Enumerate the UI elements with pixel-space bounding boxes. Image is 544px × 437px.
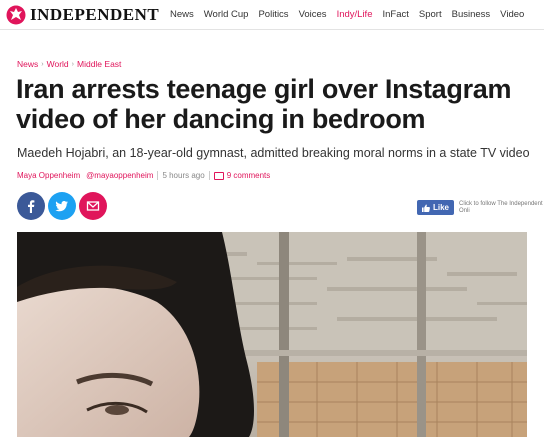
- email-icon: [86, 201, 100, 211]
- nav-item-news[interactable]: News: [170, 9, 194, 20]
- nav-item-indy-life[interactable]: Indy/Life: [337, 9, 373, 20]
- comments-link[interactable]: 9 comments: [213, 171, 271, 180]
- nav-item-sport[interactable]: Sport: [419, 9, 442, 20]
- breadcrumb-middle-east[interactable]: Middle East: [77, 59, 121, 69]
- eagle-logo-icon: [6, 5, 26, 25]
- article-headline: Iran arrests teenage girl over Instagram…: [16, 74, 512, 134]
- top-bar: INDEPENDENT News World Cup Politics Voic…: [0, 0, 544, 30]
- nav-item-video[interactable]: Video: [500, 9, 524, 20]
- facebook-like-widget: Like Click to follow The Independent Onl…: [417, 200, 544, 215]
- nav-item-politics[interactable]: Politics: [258, 9, 288, 20]
- share-buttons: [17, 192, 107, 220]
- share-email-button[interactable]: [79, 192, 107, 220]
- author-handle[interactable]: @mayaoppenheim: [86, 171, 153, 180]
- site-logo[interactable]: INDEPENDENT: [6, 5, 159, 25]
- chevron-right-icon: ›: [71, 60, 74, 68]
- share-twitter-button[interactable]: [48, 192, 76, 220]
- facebook-icon: [28, 200, 35, 213]
- publish-time: 5 hours ago: [162, 171, 205, 180]
- like-follow-text: Click to follow The Independent Onli: [459, 200, 543, 214]
- article-standfirst: Maedeh Hojabri, an 18-year-old gymnast, …: [17, 146, 530, 160]
- article-image: [17, 232, 527, 437]
- byline: Maya Oppenheim @mayaoppenheim 5 hours ag…: [17, 171, 270, 180]
- author-name[interactable]: Maya Oppenheim: [17, 171, 80, 180]
- byline-divider: [157, 171, 159, 180]
- byline-divider: [208, 171, 210, 180]
- nav-item-business[interactable]: Business: [452, 9, 491, 20]
- like-label: Like: [433, 203, 450, 212]
- thumbs-up-icon: [422, 204, 430, 212]
- breadcrumb-news[interactable]: News: [17, 59, 38, 69]
- facebook-like-button[interactable]: Like: [417, 200, 455, 215]
- main-nav: News World Cup Politics Voices Indy/Life…: [170, 9, 534, 20]
- chevron-right-icon: ›: [41, 60, 44, 68]
- breadcrumb-world[interactable]: World: [47, 59, 69, 69]
- comments-count: 9 comments: [226, 171, 271, 180]
- nav-item-voices[interactable]: Voices: [299, 9, 327, 20]
- nav-item-infact[interactable]: InFact: [382, 9, 408, 20]
- comment-icon: [213, 171, 224, 180]
- share-facebook-button[interactable]: [17, 192, 45, 220]
- article-photo[interactable]: [17, 232, 527, 437]
- twitter-icon: [55, 201, 68, 212]
- breadcrumb: News › World › Middle East: [17, 59, 121, 69]
- logo-text: INDEPENDENT: [30, 5, 160, 24]
- nav-item-world-cup[interactable]: World Cup: [204, 9, 249, 20]
